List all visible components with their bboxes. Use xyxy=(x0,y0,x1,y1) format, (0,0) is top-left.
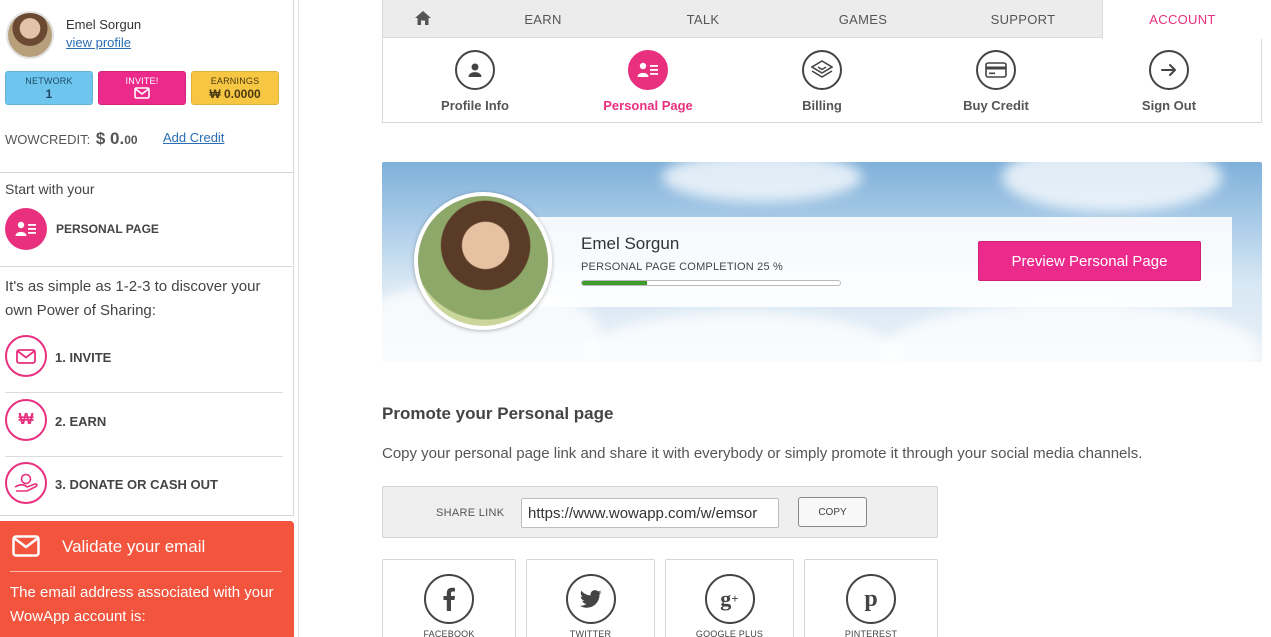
social-label: GOOGLE PLUS xyxy=(695,629,764,637)
personal-page-link[interactable]: PERSONAL PAGE xyxy=(56,222,159,236)
promote-title: Promote your Personal page xyxy=(382,404,614,423)
tab-home[interactable] xyxy=(383,0,463,38)
subnav-label: Buy Credit xyxy=(963,98,1029,113)
step-earn[interactable]: ₩ 2. EARN xyxy=(5,393,283,457)
user-name: Emel Sorgun xyxy=(66,17,142,32)
earnings-label: EARNINGS xyxy=(210,76,260,86)
start-section: Start with your PERSONAL PAGE xyxy=(0,173,294,265)
view-profile-link[interactable]: view profile xyxy=(66,35,131,50)
home-icon xyxy=(414,10,432,29)
pinterest-icon: p xyxy=(846,574,896,624)
tab-support[interactable]: SUPPORT xyxy=(943,0,1103,38)
main-tabs: EARN TALK GAMES SUPPORT ACCOUNT xyxy=(383,0,1262,39)
twitter-share[interactable]: TWITTER xyxy=(526,559,655,637)
personal-page-icon[interactable] xyxy=(5,208,47,250)
completion-progress xyxy=(581,280,841,286)
avatar[interactable] xyxy=(6,11,54,59)
cloud-decoration xyxy=(662,162,862,202)
personal-page-icon xyxy=(628,50,668,90)
step-invite[interactable]: 1. INVITE xyxy=(5,329,283,393)
completion-label: PERSONAL PAGE COMPLETION 25 % xyxy=(581,261,784,273)
subnav-profile-info[interactable]: Profile Info xyxy=(405,50,545,113)
step-label: 2. EARN xyxy=(55,414,107,429)
divider xyxy=(298,0,299,637)
network-stat[interactable]: NETWORK 1 xyxy=(5,71,93,105)
twitter-icon xyxy=(565,574,616,624)
share-link-label: SHARE LINK xyxy=(436,507,505,519)
arrow-right-icon xyxy=(1149,50,1189,90)
invite-button[interactable]: INVITE! xyxy=(98,71,186,105)
google-plus-share[interactable]: g + GOOGLE PLUS xyxy=(665,559,794,637)
tab-talk[interactable]: TALK xyxy=(623,0,783,38)
add-credit-link[interactable]: Add Credit xyxy=(163,130,224,145)
pinterest-share[interactable]: p PINTEREST xyxy=(804,559,938,637)
cloud-decoration xyxy=(582,312,902,362)
facebook-share[interactable]: FACEBOOK xyxy=(382,559,516,637)
steps-intro: It's as simple as 1-2-3 to discover your… xyxy=(5,278,261,319)
tab-earn[interactable]: EARN xyxy=(463,0,623,38)
step-label: 1. INVITE xyxy=(55,350,112,365)
wowcredit-amount: $ 0. xyxy=(95,129,125,148)
subnav-buy-credit[interactable]: Buy Credit xyxy=(926,50,1066,113)
tab-account[interactable]: ACCOUNT xyxy=(1102,0,1262,39)
wowcredit: WOWCREDIT: $ 0.00 xyxy=(5,129,138,149)
invite-label: INVITE! xyxy=(125,76,159,86)
network-label: NETWORK xyxy=(25,76,73,86)
subnav-label: Personal Page xyxy=(603,98,693,113)
earnings-value: ₩ 0.0000 xyxy=(209,87,261,101)
social-label: FACEBOOK xyxy=(423,629,475,637)
subnav-personal-page[interactable]: Personal Page xyxy=(578,50,718,113)
envelope-icon xyxy=(99,87,185,102)
tab-games[interactable]: GAMES xyxy=(783,0,943,38)
start-title: Start with your xyxy=(5,181,95,197)
validate-title: Validate your email xyxy=(62,537,206,556)
subnav-billing[interactable]: Billing xyxy=(752,50,892,113)
cloud-decoration xyxy=(1002,162,1222,212)
divider xyxy=(10,571,282,572)
subnav-label: Sign Out xyxy=(1141,98,1197,113)
hand-coin-icon xyxy=(5,462,47,504)
wowcredit-cents: 00 xyxy=(124,133,138,147)
subnav-sign-out[interactable]: Sign Out xyxy=(1099,50,1239,113)
sidebar: Emel Sorgun view profile NETWORK 1 INVIT… xyxy=(0,0,295,637)
user-icon xyxy=(455,50,495,90)
social-label: PINTEREST xyxy=(844,629,898,637)
profile-photo[interactable] xyxy=(414,192,552,330)
google-plus-icon: g + xyxy=(704,574,755,624)
step-donate[interactable]: 3. DONATE OR CASH OUT xyxy=(5,456,283,520)
account-nav: EARN TALK GAMES SUPPORT ACCOUNT Profile … xyxy=(382,0,1262,123)
progress-fill xyxy=(582,281,647,285)
facebook-icon xyxy=(424,574,474,624)
preview-personal-page-button[interactable]: Preview Personal Page xyxy=(978,241,1201,281)
share-link-input[interactable] xyxy=(521,498,779,528)
profile-name: Emel Sorgun xyxy=(581,234,680,253)
promote-text: Copy your personal page link and share i… xyxy=(382,445,1143,462)
steps-card: It's as simple as 1-2-3 to discover your… xyxy=(0,266,294,516)
subnav-label: Profile Info xyxy=(441,98,509,113)
won-icon: ₩ xyxy=(5,399,47,441)
subnav-label: Billing xyxy=(802,98,842,113)
social-label: TWITTER xyxy=(569,629,612,637)
share-link-box: SHARE LINK COPY xyxy=(382,486,938,538)
wowcredit-label: WOWCREDIT: xyxy=(5,132,91,147)
network-value: 1 xyxy=(45,87,53,101)
copy-button[interactable]: COPY xyxy=(798,497,867,527)
validate-text: The email address associated with your W… xyxy=(10,584,274,625)
cloud-decoration xyxy=(882,302,1262,362)
user-card: Emel Sorgun view profile NETWORK 1 INVIT… xyxy=(0,0,294,173)
validate-email-panel: Validate your email The email address as… xyxy=(0,521,294,637)
envelope-icon xyxy=(12,535,40,557)
envelope-icon xyxy=(5,335,47,377)
credit-card-icon xyxy=(976,50,1016,90)
step-label: 3. DONATE OR CASH OUT xyxy=(55,477,218,492)
earnings-stat[interactable]: EARNINGS ₩ 0.0000 xyxy=(191,71,279,105)
billing-icon xyxy=(802,50,842,90)
profile-banner: Emel Sorgun PERSONAL PAGE COMPLETION 25 … xyxy=(382,162,1262,362)
